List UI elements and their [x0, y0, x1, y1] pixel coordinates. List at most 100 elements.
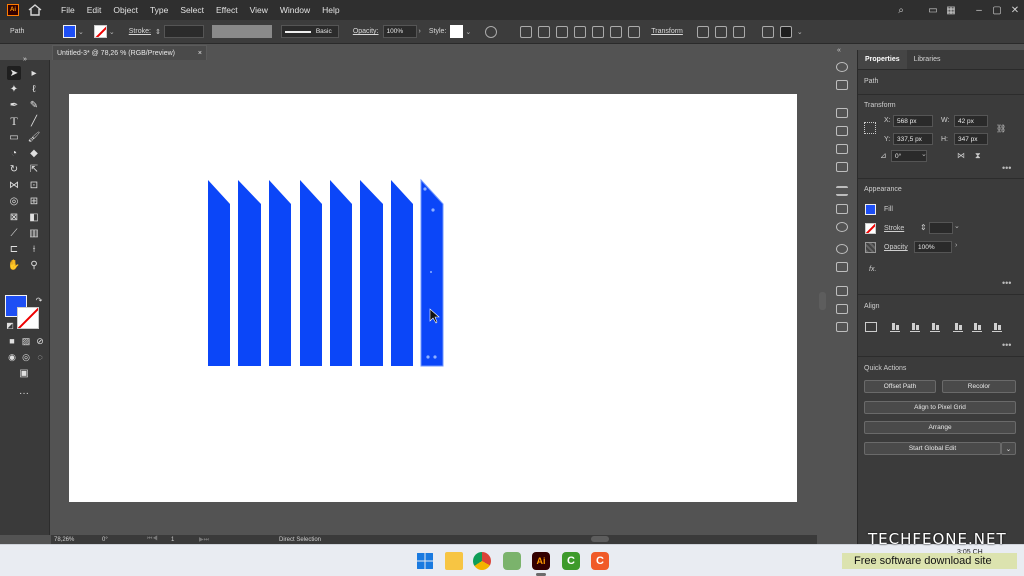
align-top-icon[interactable]: [592, 25, 605, 38]
swap-fill-stroke-icon[interactable]: ↷: [32, 293, 46, 307]
opacity-label[interactable]: Opacity:: [353, 28, 379, 35]
stroke-weight-stepper-icon[interactable]: ⇕: [155, 28, 161, 36]
graphic-style-swatch[interactable]: [450, 25, 464, 38]
recolor-panel-icon[interactable]: [836, 62, 848, 72]
edit-toolbar-icon[interactable]: ···: [17, 386, 31, 400]
photo-app-icon[interactable]: [503, 552, 521, 570]
zoom-tool-icon[interactable]: ⚲: [27, 258, 41, 272]
align-right-icon[interactable]: [930, 322, 940, 332]
menu-select[interactable]: Select: [175, 5, 211, 15]
h-field[interactable]: 347 px: [954, 133, 988, 145]
menu-edit[interactable]: Edit: [82, 5, 109, 15]
fill-swatch-panel[interactable]: [865, 204, 876, 215]
chrome-icon[interactable]: [473, 552, 491, 570]
rotation-value[interactable]: 0°: [102, 537, 147, 543]
bar-shape[interactable]: [269, 180, 291, 366]
flip-horizontal-icon[interactable]: ⋈: [957, 151, 965, 160]
recolor-button[interactable]: Recolor: [942, 380, 1016, 393]
arrange-documents-icon[interactable]: ▭: [924, 5, 942, 16]
transform-link[interactable]: Transform: [651, 28, 683, 35]
menu-help[interactable]: Help: [317, 5, 346, 15]
recolor-artwork-icon[interactable]: [485, 25, 498, 38]
close-icon[interactable]: ✕: [1006, 5, 1024, 16]
zoom-level[interactable]: 78,26%: [54, 537, 98, 543]
anchor-point[interactable]: [430, 271, 432, 273]
tab-properties[interactable]: Properties: [858, 50, 907, 69]
gradient-panel-icon[interactable]: [836, 204, 848, 214]
graphic-styles-icon[interactable]: [836, 262, 848, 272]
panel-toggle-icon[interactable]: [779, 25, 792, 38]
stroke-swatch[interactable]: [93, 25, 107, 38]
align-vertical-center-icon[interactable]: [972, 322, 982, 332]
more-appearance-options-icon[interactable]: •••: [1002, 278, 1011, 288]
default-fill-stroke-icon[interactable]: ◩: [3, 318, 17, 332]
anchor-point[interactable]: [423, 187, 427, 191]
illustrator-taskbar-icon[interactable]: Ai: [532, 552, 550, 570]
stroke-label[interactable]: Stroke:: [129, 28, 151, 35]
collapse-toolbar-icon[interactable]: »: [18, 52, 32, 66]
rotate-tool-icon[interactable]: ↻: [7, 162, 21, 176]
chevron-down-icon[interactable]: ⌄: [109, 28, 115, 36]
selected-bar-shape[interactable]: [420, 178, 444, 367]
vertical-scrollbar[interactable]: [819, 292, 826, 310]
align-top-icon[interactable]: [953, 322, 963, 332]
align-center-icon[interactable]: [556, 25, 569, 38]
links-panel-icon[interactable]: [836, 322, 848, 332]
opacity-field[interactable]: 100%: [382, 25, 417, 38]
panel-menu-icon[interactable]: [761, 25, 774, 38]
chevron-down-icon[interactable]: ⌄: [465, 28, 471, 36]
opacity-label-panel[interactable]: Opacity: [884, 244, 908, 251]
draw-inside-icon[interactable]: ◌: [33, 350, 47, 364]
chevron-down-icon[interactable]: ⌄: [797, 28, 803, 36]
menu-file[interactable]: File: [56, 5, 82, 15]
gradient-tool-icon[interactable]: ◧: [27, 210, 41, 224]
screen-mode-icon[interactable]: ▣: [17, 366, 31, 380]
chevron-right-icon[interactable]: ›: [419, 28, 421, 35]
slice-tool-icon[interactable]: ⟊: [27, 242, 41, 256]
cc-libraries-icon[interactable]: [836, 108, 848, 118]
stroke-weight-panel-field[interactable]: [929, 222, 953, 234]
chevron-down-icon[interactable]: ⌄: [78, 28, 84, 36]
paintbrush-tool-icon[interactable]: 🖌: [27, 130, 41, 144]
arrange-button[interactable]: Arrange: [864, 421, 1016, 434]
stroke-control[interactable]: ⌄: [93, 25, 115, 38]
stroke-color-swatch[interactable]: [17, 307, 39, 329]
opacity-panel-field[interactable]: 100%: [914, 241, 952, 253]
color-mode-icon[interactable]: ■: [5, 334, 19, 348]
bar-shape[interactable]: [391, 180, 413, 366]
bar-shape[interactable]: [300, 180, 322, 366]
more-options-icon[interactable]: [732, 25, 745, 38]
isolate-icon[interactable]: [696, 25, 709, 38]
flip-vertical-icon[interactable]: ⧗: [975, 151, 981, 161]
gradient-mode-icon[interactable]: ▨: [19, 334, 33, 348]
eyedropper-tool-icon[interactable]: ⟋: [7, 226, 21, 240]
anchor-point[interactable]: [426, 355, 430, 359]
artboard-tool-icon[interactable]: ⊏: [7, 242, 21, 256]
none-mode-icon[interactable]: ⊘: [33, 334, 47, 348]
anchor-point[interactable]: [431, 208, 435, 212]
stroke-label-panel[interactable]: Stroke: [884, 225, 904, 232]
draw-behind-icon[interactable]: ◎: [19, 350, 33, 364]
maximize-icon[interactable]: ▢: [988, 5, 1006, 16]
appearance-panel-icon[interactable]: [836, 244, 848, 254]
brushes-panel-icon[interactable]: [836, 144, 848, 154]
align-to-icon[interactable]: [520, 25, 533, 38]
y-field[interactable]: 337,5 px: [893, 133, 933, 145]
fill-swatch[interactable]: [63, 25, 76, 38]
align-left-icon[interactable]: [538, 25, 551, 38]
bar-shape[interactable]: [208, 180, 230, 366]
x-field[interactable]: 568 px: [893, 115, 933, 127]
draw-mode-icon[interactable]: ◉: [5, 350, 19, 364]
global-edit-options-button[interactable]: ⌄: [1001, 442, 1016, 455]
artboard-nav-next-icon[interactable]: ▶⏭: [199, 536, 249, 544]
more-transform-options-icon[interactable]: •••: [1002, 163, 1011, 173]
artwork[interactable]: [69, 94, 797, 502]
file-explorer-icon[interactable]: [445, 552, 463, 570]
horizontal-scrollbar[interactable]: [591, 536, 609, 542]
symbols-panel-icon[interactable]: [836, 162, 848, 172]
line-tool-icon[interactable]: ╱: [27, 114, 41, 128]
fx-button[interactable]: fx.: [869, 266, 876, 273]
asset-export-icon[interactable]: [836, 126, 848, 136]
canvas-area[interactable]: [51, 60, 817, 535]
type-tool-icon[interactable]: T: [7, 114, 21, 128]
